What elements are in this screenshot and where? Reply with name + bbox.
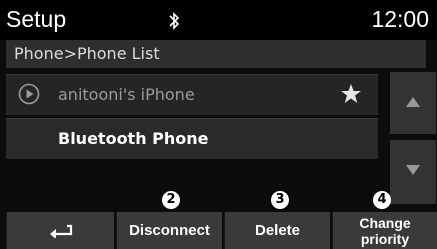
scroll-up-button[interactable] — [390, 72, 436, 134]
callout-marker-3: 3 — [271, 191, 289, 209]
change-priority-button[interactable]: Change priority — [332, 212, 437, 249]
callout-marker-4: 4 — [373, 191, 391, 209]
clock: 12:00 — [371, 6, 429, 32]
list-item-phone-2[interactable]: Bluetooth Phone — [6, 118, 378, 159]
breadcrumb-bar: Phone>Phone List — [6, 40, 426, 68]
change-priority-label-line1: Change — [359, 215, 411, 231]
triangle-up-icon — [406, 97, 420, 107]
star-icon — [341, 84, 361, 103]
list-item-phone-1[interactable]: anitooni's iPhone — [6, 74, 378, 115]
setup-screen: Setup 12:00 Phone>Phone List anitooni's … — [0, 0, 437, 249]
play-circle-icon — [18, 83, 40, 105]
screen-title: Setup — [6, 6, 67, 32]
change-priority-label-line2: priority — [360, 231, 410, 247]
delete-button[interactable]: Delete — [224, 212, 330, 249]
status-bar: Setup 12:00 — [0, 0, 437, 40]
callout-marker-2: 2 — [162, 191, 180, 209]
phone-list: anitooni's iPhone Bluetooth Phone — [6, 72, 378, 204]
disconnect-button[interactable]: Disconnect — [116, 212, 222, 249]
phone-name: Bluetooth Phone — [58, 129, 209, 148]
triangle-down-icon — [406, 165, 420, 175]
phone-name: anitooni's iPhone — [58, 85, 195, 104]
breadcrumb: Phone>Phone List — [14, 44, 160, 63]
callout-markers: 2 3 4 — [0, 191, 437, 211]
bluetooth-icon — [169, 12, 180, 30]
bottom-button-bar: Disconnect Delete Change priority — [6, 212, 437, 249]
back-button[interactable] — [6, 212, 114, 249]
back-arrow-icon — [50, 224, 73, 238]
